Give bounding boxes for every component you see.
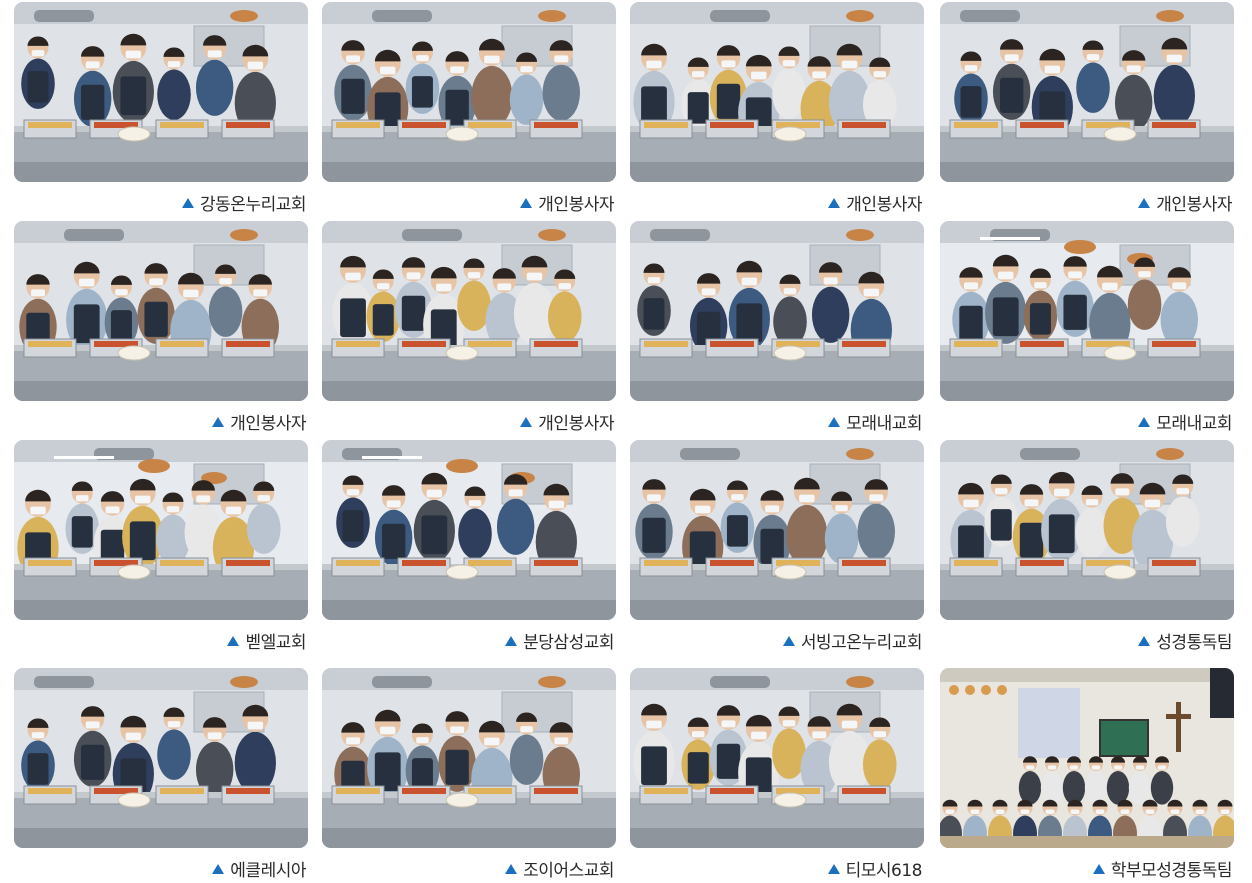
- volunteer-photo: [14, 440, 308, 620]
- caption-text: 티모시618: [845, 861, 923, 881]
- photo-caption: 개인봉사자: [1138, 190, 1232, 215]
- caption-text: 개인봉사자: [538, 195, 614, 215]
- photo-caption: 학부모성경통독팀: [1092, 856, 1233, 881]
- volunteer-photo: [940, 2, 1234, 182]
- photo-scene: [940, 221, 1234, 401]
- photo-caption: 강동온누리교회: [182, 190, 306, 215]
- caption-text: 벧엘교회: [245, 633, 306, 653]
- triangle-marker-icon: [1138, 416, 1151, 427]
- caption-text: 학부모성경통독팀: [1110, 861, 1233, 881]
- photo-scene: [322, 2, 616, 182]
- photo-caption: 개인봉사자: [212, 409, 306, 434]
- caption-text: 조이어스교회: [523, 861, 614, 881]
- triangle-marker-icon: [520, 416, 533, 427]
- triangle-marker-icon: [1138, 197, 1151, 208]
- photo-scene: [14, 2, 308, 182]
- photo-caption: 벧엘교회: [227, 628, 306, 653]
- triangle-marker-icon: [1092, 863, 1105, 874]
- photo-caption: 에클레시아: [212, 856, 306, 881]
- caption-text: 개인봉사자: [1156, 195, 1232, 215]
- photo-caption: 개인봉사자: [828, 190, 922, 215]
- triangle-marker-icon: [782, 635, 795, 646]
- volunteer-photo: [322, 440, 616, 620]
- volunteer-photo: [630, 668, 924, 848]
- triangle-marker-icon: [227, 635, 240, 646]
- caption-text: 개인봉사자: [230, 414, 306, 434]
- photo-caption: 모래내교회: [828, 409, 922, 434]
- caption-text: 모래내교회: [846, 414, 922, 434]
- caption-text: 에클레시아: [230, 861, 306, 881]
- photo-caption: 개인봉사자: [520, 409, 614, 434]
- volunteer-photo: [322, 221, 616, 401]
- caption-text: 개인봉사자: [538, 414, 614, 434]
- caption-text: 개인봉사자: [846, 195, 922, 215]
- volunteer-photo: [322, 2, 616, 182]
- caption-text: 서빙고온누리교회: [800, 633, 923, 653]
- volunteer-photo: [630, 2, 924, 182]
- photo-scene: [630, 668, 924, 848]
- caption-text: 분당삼성교회: [523, 633, 614, 653]
- photo-scene: [940, 668, 1234, 848]
- triangle-marker-icon: [1138, 635, 1151, 646]
- triangle-marker-icon: [505, 863, 518, 874]
- photo-scene: [14, 440, 308, 620]
- photo-caption: 조이어스교회: [505, 856, 614, 881]
- triangle-marker-icon: [520, 197, 533, 208]
- volunteer-photo: [940, 668, 1234, 848]
- photo-caption: 티모시618: [827, 856, 923, 881]
- photo-scene: [630, 221, 924, 401]
- photo-grid: 강동온누리교회 개인봉사자 개인봉사자 개인봉사자 개인봉사자 개인봉사자 모래…: [0, 0, 1252, 883]
- photo-caption: 성경통독팀: [1138, 628, 1232, 653]
- photo-scene: [322, 668, 616, 848]
- photo-scene: [940, 2, 1234, 182]
- volunteer-photo: [940, 440, 1234, 620]
- caption-text: 모래내교회: [1156, 414, 1232, 434]
- triangle-marker-icon: [828, 197, 841, 208]
- volunteer-photo: [14, 2, 308, 182]
- caption-text: 성경통독팀: [1156, 633, 1232, 653]
- photo-caption: 개인봉사자: [520, 190, 614, 215]
- photo-scene: [940, 440, 1234, 620]
- caption-text: 강동온누리교회: [200, 195, 306, 215]
- photo-caption: 분당삼성교회: [505, 628, 614, 653]
- photo-scene: [14, 668, 308, 848]
- volunteer-photo: [322, 668, 616, 848]
- photo-scene: [630, 2, 924, 182]
- photo-caption: 서빙고온누리교회: [782, 628, 923, 653]
- volunteer-photo: [630, 440, 924, 620]
- photo-scene: [630, 440, 924, 620]
- photo-caption: 모래내교회: [1138, 409, 1232, 434]
- triangle-marker-icon: [182, 197, 195, 208]
- photo-scene: [322, 440, 616, 620]
- volunteer-photo: [14, 668, 308, 848]
- photo-scene: [14, 221, 308, 401]
- volunteer-photo: [14, 221, 308, 401]
- triangle-marker-icon: [212, 416, 225, 427]
- triangle-marker-icon: [827, 863, 840, 874]
- triangle-marker-icon: [828, 416, 841, 427]
- photo-scene: [322, 221, 616, 401]
- volunteer-photo: [630, 221, 924, 401]
- volunteer-photo: [940, 221, 1234, 401]
- triangle-marker-icon: [505, 635, 518, 646]
- triangle-marker-icon: [212, 863, 225, 874]
